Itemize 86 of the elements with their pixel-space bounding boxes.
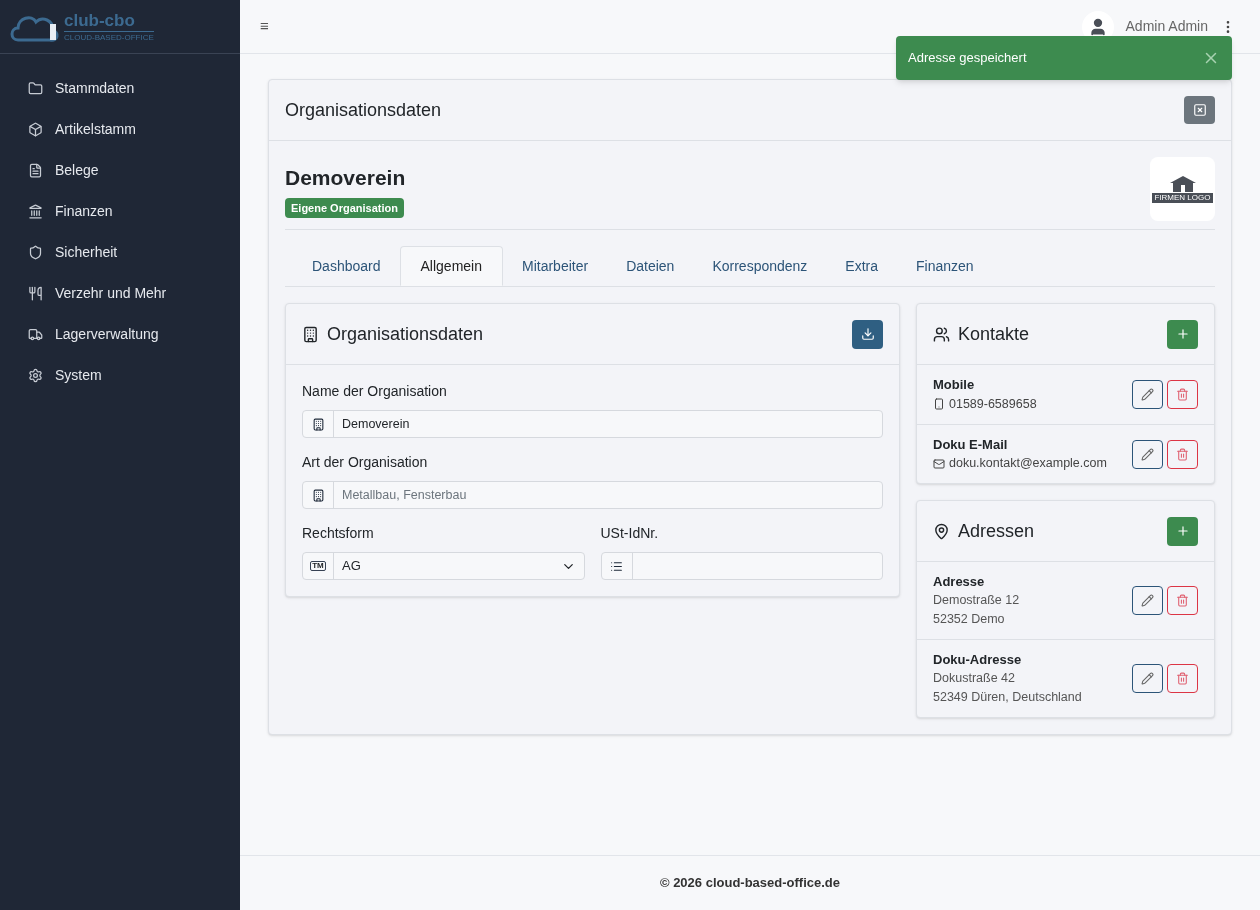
sidebar-item[interactable]: Sicherheit <box>0 232 240 273</box>
truck-icon <box>28 327 43 342</box>
folder-icon <box>28 81 43 96</box>
trash-icon <box>1176 388 1189 401</box>
sidebar-item[interactable]: Belege <box>0 150 240 191</box>
edit-button[interactable] <box>1132 664 1163 693</box>
logo-text: FIRMEN LOGO <box>1152 192 1213 203</box>
users-icon <box>933 325 950 343</box>
building-icon <box>311 488 325 502</box>
building-icon <box>311 417 325 431</box>
address-line: Demostraße 12 <box>933 592 1020 609</box>
pencil-icon <box>1141 594 1154 607</box>
close-icon <box>1192 103 1207 117</box>
trademark-label: TM <box>310 561 326 571</box>
address-line: 52352 Demo <box>933 611 1006 628</box>
list-icon <box>610 559 623 573</box>
contact-name: Mobile <box>933 376 976 395</box>
add-button[interactable] <box>1167 319 1198 349</box>
edit-button[interactable] <box>1132 380 1163 409</box>
phone-icon <box>933 398 945 411</box>
map-pin-icon <box>933 522 950 540</box>
download-icon <box>860 327 875 341</box>
sidebar-item[interactable]: Verzehr und Mehr <box>0 273 240 314</box>
input-field[interactable] <box>600 552 883 580</box>
footer-text: © 2026 cloud-based-office.de <box>659 874 841 893</box>
contact-value: doku.kontakt@example.com <box>949 455 1107 473</box>
add-button[interactable] <box>1167 516 1198 546</box>
trash-icon <box>1176 594 1189 607</box>
toast-message: Adresse gespeichert <box>908 49 1027 68</box>
field-label: USt-IdNr. <box>600 524 660 543</box>
delete-button[interactable] <box>1167 439 1198 469</box>
trash-icon <box>1176 672 1189 685</box>
card-title: Organisationsdaten <box>285 98 442 122</box>
tab[interactable]: Dashboard <box>293 246 400 286</box>
tab[interactable]: Mitarbeiter <box>503 246 608 286</box>
sidebar-item[interactable]: Lagerverwaltung <box>0 314 240 355</box>
address-name: Doku-Adresse <box>933 651 1023 669</box>
field-label: Art der Organisation <box>302 453 429 472</box>
menu-toggle[interactable]: ≡ <box>260 15 269 38</box>
address-name: Adresse <box>933 573 986 591</box>
address-line: Dokustraße 42 <box>933 670 1016 687</box>
pencil-icon <box>1141 672 1154 685</box>
sidebar-item[interactable]: System <box>0 355 240 396</box>
gear-icon <box>28 368 43 383</box>
mail-icon <box>933 457 945 470</box>
food-icon <box>28 286 43 301</box>
contact-value: 01589-6589658 <box>949 395 1037 413</box>
organisation-badge: Eigene Organisation <box>285 197 404 218</box>
delete-button[interactable] <box>1167 380 1198 409</box>
tab[interactable]: Extra <box>826 246 898 286</box>
sidebar-item[interactable]: Artikelstamm <box>0 109 240 150</box>
plus-icon <box>1175 327 1190 341</box>
contact-name: Doku E-Mail <box>933 435 1009 454</box>
user-name[interactable]: Admin Admin <box>1125 16 1208 37</box>
tab[interactable]: Allgemein <box>399 246 503 286</box>
select-field[interactable]: TM AG <box>302 552 585 580</box>
close-button[interactable] <box>1184 96 1215 124</box>
organisation-name: Demoverein <box>285 165 406 191</box>
delete-button[interactable] <box>1167 664 1198 693</box>
field-label: Rechtsform <box>302 524 375 543</box>
tab[interactable]: Finanzen <box>897 246 993 286</box>
sidebar-item[interactable]: Stammdaten <box>0 68 240 109</box>
plus-icon <box>1175 524 1190 538</box>
edit-button[interactable] <box>1132 586 1163 615</box>
panel-title: Adressen <box>958 519 1035 543</box>
panel-title: Kontakte <box>958 322 1030 346</box>
house-icon <box>1169 175 1196 192</box>
file-icon <box>28 163 43 178</box>
sidebar-item[interactable]: Finanzen <box>0 191 240 232</box>
building-icon <box>302 325 319 343</box>
field-label: Name der Organisation <box>302 382 448 401</box>
tab[interactable]: Dateien <box>607 246 694 286</box>
logo-tagline: CLOUD-BASED-OFFICE <box>64 33 154 42</box>
finance-icon <box>28 204 43 219</box>
shield-icon <box>28 245 43 260</box>
pencil-icon <box>1141 447 1154 461</box>
delete-button[interactable] <box>1167 586 1198 615</box>
tab[interactable]: Korrespondenz <box>693 246 827 286</box>
logo-name: club-cbo <box>64 11 154 32</box>
address-line: 52349 Düren, Deutschland <box>933 689 1082 706</box>
save-button[interactable] <box>852 319 883 349</box>
panel-title: Organisationsdaten <box>327 322 484 346</box>
edit-button[interactable] <box>1132 439 1163 469</box>
trash-icon <box>1176 447 1189 461</box>
pencil-icon <box>1141 388 1154 401</box>
box-icon <box>28 122 43 137</box>
